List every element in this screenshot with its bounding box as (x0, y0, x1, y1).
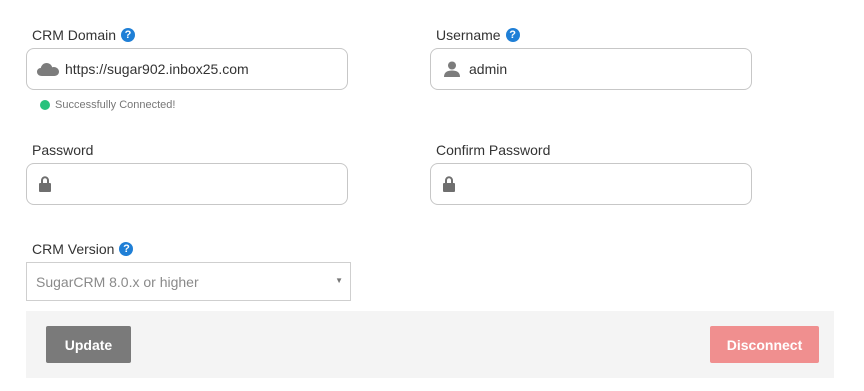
disconnect-button[interactable]: Disconnect (710, 326, 819, 363)
crm-domain-label-text: CRM Domain (32, 27, 117, 43)
crm-domain-input[interactable]: https://sugar902.inbox25.com (65, 61, 249, 77)
connection-status-text: Successfully Connected! (55, 99, 176, 111)
username-input[interactable]: admin (469, 61, 507, 77)
confirm-password-field[interactable] (430, 163, 752, 205)
crm-domain-help-icon[interactable]: ? (121, 28, 136, 42)
username-help-icon[interactable]: ? (505, 28, 520, 42)
cloud-icon (37, 60, 59, 78)
username-label-text: Username (436, 27, 501, 43)
chevron-down-icon: ▼ (335, 276, 343, 285)
crm-domain-field[interactable]: https://sugar902.inbox25.com (26, 48, 348, 90)
password-label-text: Password (32, 142, 94, 158)
crm-domain-label: CRM Domain ? (32, 26, 136, 44)
lock-icon (37, 175, 53, 193)
password-field[interactable] (26, 163, 348, 205)
confirm-password-label: Confirm Password (436, 141, 550, 159)
status-dot-icon (40, 100, 50, 110)
user-icon (441, 60, 463, 78)
crm-version-label-text: CRM Version (32, 241, 115, 257)
username-label: Username ? (436, 26, 520, 44)
password-label: Password (32, 141, 93, 159)
action-bar: Update Disconnect (26, 311, 834, 378)
connection-status: Successfully Connected! (40, 99, 175, 111)
crm-version-select[interactable]: SugarCRM 8.0.x or higher ▼ (26, 262, 351, 301)
update-button[interactable]: Update (46, 326, 131, 363)
crm-version-label: CRM Version ? (32, 240, 134, 258)
crm-version-help-icon[interactable]: ? (119, 242, 134, 256)
crm-version-selected: SugarCRM 8.0.x or higher (36, 273, 199, 290)
confirm-password-label-text: Confirm Password (436, 142, 551, 158)
username-field[interactable]: admin (430, 48, 752, 90)
lock-icon (441, 175, 457, 193)
